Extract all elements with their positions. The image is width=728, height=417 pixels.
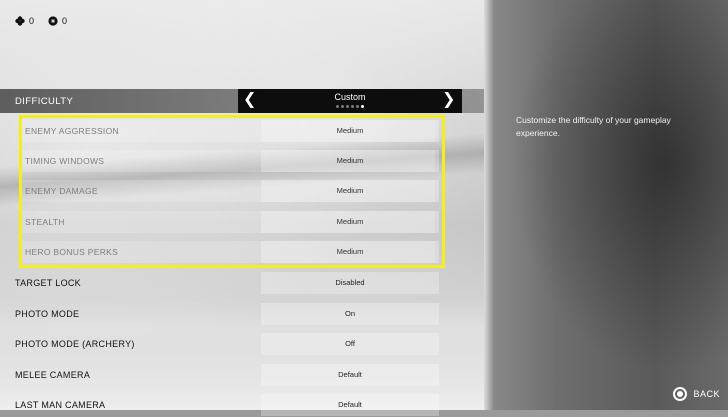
setting-value[interactable]: Default: [261, 364, 439, 386]
setting-row-enemy-damage[interactable]: ENEMY DAMAGE Medium: [0, 179, 484, 203]
setting-row-enemy-aggression[interactable]: ENEMY AGGRESSION Medium: [0, 119, 484, 143]
setting-label: STEALTH: [25, 217, 65, 227]
currency-counters: 0 0: [15, 16, 67, 26]
back-label: BACK: [693, 389, 720, 399]
setting-row-hero-bonus-perks[interactable]: HERO BONUS PERKS Medium: [0, 240, 484, 264]
setting-value[interactable]: Medium: [261, 180, 439, 202]
setting-label: MELEE CAMERA: [15, 370, 91, 380]
flower-count: 0: [29, 16, 35, 26]
setting-row-timing-windows[interactable]: TIMING WINDOWS Medium: [0, 149, 484, 173]
coin-count: 0: [62, 16, 68, 26]
coin-icon: [48, 16, 58, 26]
setting-value[interactable]: Disabled: [261, 272, 439, 294]
setting-label: PHOTO MODE: [15, 309, 80, 319]
setting-row-stealth[interactable]: STEALTH Medium: [0, 210, 484, 234]
circle-button-icon: [673, 387, 688, 401]
description-text: Customize the difficulty of your gamepla…: [516, 115, 671, 138]
setting-value[interactable]: Medium: [261, 120, 439, 142]
setting-label: TARGET LOCK: [15, 278, 81, 288]
setting-row-photo-mode[interactable]: PHOTO MODE On: [0, 302, 484, 326]
page-dot: [356, 105, 359, 108]
setting-value[interactable]: Medium: [261, 150, 439, 172]
setting-value[interactable]: Medium: [261, 211, 439, 233]
difficulty-page-dots: [238, 105, 462, 108]
back-button[interactable]: BACK: [673, 387, 720, 401]
coin-counter: 0: [48, 16, 67, 26]
flower-counter: 0: [15, 16, 34, 26]
description-panel: Customize the difficulty of your gamepla…: [484, 0, 728, 410]
setting-label: ENEMY DAMAGE: [25, 186, 98, 196]
setting-row-last-man-camera[interactable]: LAST MAN CAMERA Default: [0, 393, 484, 417]
setting-label: TIMING WINDOWS: [25, 156, 105, 166]
setting-row-photo-mode-archery[interactable]: PHOTO MODE (ARCHERY) Off: [0, 332, 484, 356]
setting-value[interactable]: Medium: [261, 241, 439, 263]
panel-edge: [484, 0, 494, 410]
setting-value[interactable]: Off: [261, 333, 439, 355]
page-dot: [351, 105, 354, 108]
flower-icon: [15, 16, 25, 26]
setting-label: PHOTO MODE (ARCHERY): [15, 339, 135, 349]
difficulty-label: DIFFICULTY: [15, 96, 74, 107]
page-dot: [346, 105, 349, 108]
setting-label: ENEMY AGGRESSION: [25, 126, 119, 136]
difficulty-value: Custom: [334, 92, 366, 102]
setting-label: HERO BONUS PERKS: [25, 247, 119, 257]
setting-value[interactable]: On: [261, 303, 439, 325]
page-dot-active: [361, 105, 364, 108]
page-dot: [341, 105, 344, 108]
setting-label: LAST MAN CAMERA: [15, 400, 106, 410]
difficulty-selector[interactable]: ❮ Custom ❯: [238, 89, 462, 113]
setting-row-melee-camera[interactable]: MELEE CAMERA Default: [0, 363, 484, 387]
page-dot: [336, 105, 339, 108]
chevron-right-icon[interactable]: ❯: [442, 92, 455, 108]
setting-row-target-lock[interactable]: TARGET LOCK Disabled: [0, 271, 484, 295]
setting-value[interactable]: Default: [261, 394, 439, 416]
